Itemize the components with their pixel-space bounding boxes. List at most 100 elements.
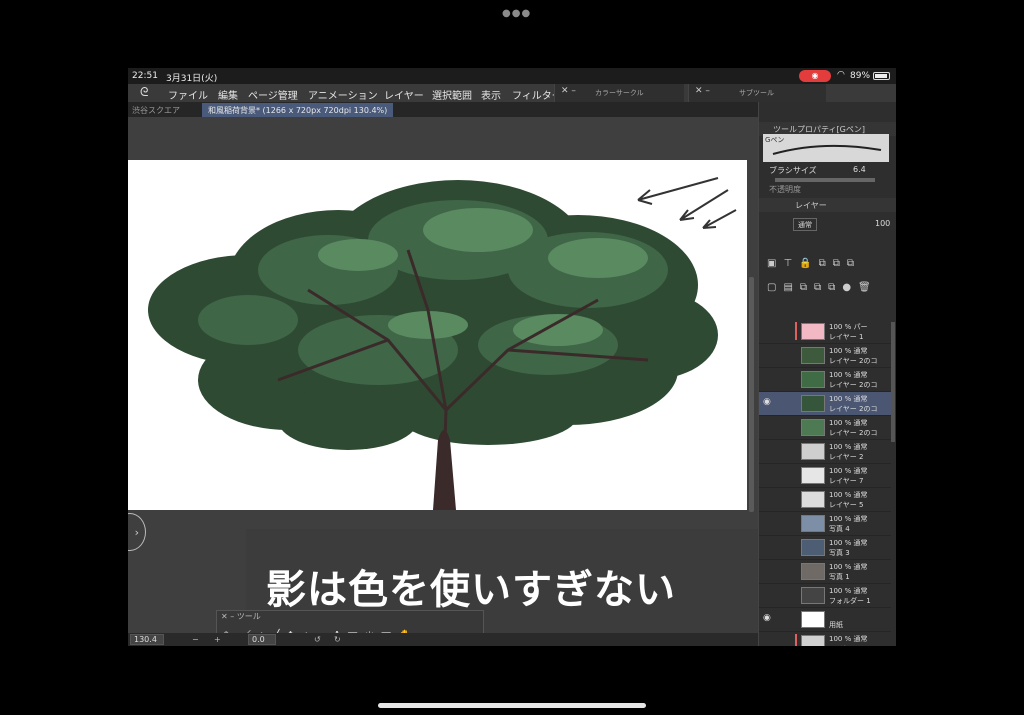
- menu-selection[interactable]: 選択範囲: [432, 87, 472, 102]
- battery-percent: 89%: [850, 71, 871, 81]
- layer-name: レイヤー 6: [829, 644, 863, 646]
- layer-tools-row-2[interactable]: ▢▤⧉⧉⧉●🗑: [767, 282, 878, 293]
- menu-page[interactable]: ページ管理: [248, 87, 298, 102]
- drawing-canvas[interactable]: [128, 160, 747, 510]
- battery-icon: [873, 72, 890, 80]
- layer-opacity-mode: 100 % 通常: [829, 635, 868, 643]
- layer-opacity-mode: 100 % 通常: [829, 491, 868, 499]
- layer-row[interactable]: 100 % 通常 写真 3: [759, 536, 891, 560]
- status-bar: 22:51 3月31日(火) ◉ ◠ 89%: [128, 68, 896, 84]
- layer-row[interactable]: 100 % 通常 写真 4: [759, 512, 891, 536]
- layer-row[interactable]: 100 % 通常レイヤー 2のコ: [759, 416, 891, 440]
- blend-mode-select[interactable]: 通常: [793, 218, 817, 231]
- layer-thumbnail: [801, 515, 825, 532]
- layer-list-scrollbar[interactable]: [891, 322, 895, 442]
- canvas-scrollbar[interactable]: [749, 277, 754, 512]
- layer-controls: 通常 100: [763, 216, 895, 234]
- layer-name: レイヤー 5: [829, 501, 864, 509]
- layer-color-mark: [795, 634, 797, 646]
- layer-row[interactable]: 100 % 通常 写真 1: [759, 560, 891, 584]
- document-tabs: 渋谷スクエア 和風稲荷背景* (1266 x 720px 720dpi 130.…: [128, 102, 758, 117]
- layer-thumbnail: [801, 467, 825, 484]
- layer-row[interactable]: 100 % 通常 フォルダー 1: [759, 584, 891, 608]
- layer-thumbnail: [801, 539, 825, 556]
- wifi-icon: ◠: [837, 70, 845, 80]
- tab-shibuya[interactable]: 渋谷スクエア: [132, 105, 180, 116]
- layer-name: レイヤー 2: [829, 453, 864, 461]
- layer-name: レイヤー 7: [829, 477, 864, 485]
- layer-thumbnail: [801, 491, 825, 508]
- canvas-status-bar: 130.4 − + 0.0 ↺ ↻: [128, 633, 758, 646]
- layer-row[interactable]: 100 % パー レイヤー 1: [759, 320, 891, 344]
- layer-opacity-mode: 100 % 通常: [829, 443, 868, 451]
- menu-layer[interactable]: レイヤー: [384, 87, 424, 102]
- layer-panel-title: レイヤー: [795, 201, 827, 210]
- visibility-eye-icon[interactable]: ◉: [763, 397, 771, 407]
- menu-animation[interactable]: アニメーション: [308, 87, 378, 102]
- status-date: 3月31日(火): [166, 74, 218, 84]
- app-logo-icon[interactable]: ᘓ: [140, 85, 148, 100]
- menu-edit[interactable]: 編集: [218, 87, 238, 102]
- close-icon[interactable]: ✕ –: [695, 86, 710, 96]
- menu-view[interactable]: 表示: [481, 87, 501, 102]
- screen: ●●● 22:51 3月31日(火) ◉ ◠ 89% ᘓ ファイル 編集 ページ…: [0, 0, 1024, 715]
- layer-opacity-mode: 100 % 通常: [829, 515, 868, 523]
- layer-opacity-mode: 100 % 通常: [829, 467, 868, 475]
- right-panel: ツールプロパティ[Gペン] Gペン ブラシサイズ 6.4 不透明度 レイヤー 通…: [758, 102, 896, 646]
- color-circle-panel[interactable]: ✕ – カラーサークル: [554, 84, 684, 102]
- visibility-eye-icon[interactable]: ◉: [763, 613, 771, 623]
- menu-file[interactable]: ファイル: [168, 87, 208, 102]
- layer-row[interactable]: 100 % 通常 レイヤー 2のコ: [759, 368, 891, 392]
- layer-row[interactable]: 100 % 通常 レイヤー 2: [759, 440, 891, 464]
- rotate-right-icon[interactable]: ↻: [334, 635, 341, 644]
- layer-opacity-mode: 100 % 通常: [829, 395, 868, 403]
- tab-active-document[interactable]: 和風稲荷背景* (1266 x 720px 720dpi 130.4%): [202, 103, 394, 117]
- layer-name: レイヤー 1: [829, 333, 864, 341]
- layer-row[interactable]: 100 % 通常 レイヤー 5: [759, 488, 891, 512]
- close-icon[interactable]: ✕ –: [561, 86, 576, 96]
- layer-opacity-mode: 100 % 通常: [829, 419, 868, 427]
- layer-thumbnail: [801, 611, 825, 628]
- layer-opacity-mode: 100 % 通常: [829, 563, 868, 571]
- layer-name: レイヤー 2のコ: [829, 429, 878, 437]
- layer-row[interactable]: 100 % 通常 レイヤー 7: [759, 464, 891, 488]
- sub-tool-panel[interactable]: ✕ – サブツール: [688, 84, 826, 102]
- layer-row[interactable]: ◉ 100 % 通常レイヤー 2のコ: [759, 392, 891, 416]
- multitasking-dots-icon[interactable]: ●●●: [502, 8, 531, 19]
- layer-name: レイヤー 2のコ: [829, 405, 878, 413]
- home-indicator[interactable]: [378, 703, 646, 708]
- rotate-left-icon[interactable]: ↺: [314, 635, 321, 644]
- zoom-field[interactable]: 130.4: [130, 634, 164, 645]
- layer-row[interactable]: ◉ 用紙: [759, 608, 891, 632]
- layer-name: レイヤー 2のコ: [829, 357, 878, 365]
- canvas-area[interactable]: › 影は色を使いすぎない ✕ – ツール ✎／◆╱✥◈✒A□✳▣✋⛀ +: [128, 117, 760, 646]
- layer-opacity-mode: 100 % 通常: [829, 371, 868, 379]
- layer-panel-header: レイヤー: [759, 198, 896, 212]
- brush-name: Gペン: [765, 136, 785, 144]
- layer-name: フォルダー 1: [829, 597, 871, 605]
- rotation-field[interactable]: 0.0: [248, 634, 276, 645]
- screen-recording-icon[interactable]: ◉: [799, 70, 831, 82]
- brush-size-value[interactable]: 6.4: [853, 165, 866, 174]
- brush-preview[interactable]: Gペン: [763, 134, 889, 162]
- layer-thumbnail: [801, 563, 825, 580]
- layer-opacity-mode: 100 % 通常: [829, 347, 868, 355]
- layer-name: 用紙: [829, 621, 843, 629]
- layer-thumbnail: [801, 347, 825, 364]
- layer-thumbnail: [801, 587, 825, 604]
- opacity-row[interactable]: 不透明度: [769, 184, 801, 195]
- layer-opacity[interactable]: 100: [875, 219, 890, 228]
- layer-thumbnail: [801, 635, 825, 646]
- layer-thumbnail: [801, 371, 825, 388]
- zoom-in-button[interactable]: +: [214, 635, 221, 644]
- brush-size-slider[interactable]: [775, 178, 875, 182]
- panel-toggle-chevron-icon[interactable]: ›: [128, 513, 146, 551]
- layer-color-mark: [795, 322, 797, 340]
- brush-size-row[interactable]: ブラシサイズ 6.4: [769, 165, 866, 176]
- layer-thumbnail: [801, 395, 825, 412]
- layer-row[interactable]: 100 % 通常レイヤー 6: [759, 632, 891, 646]
- tree-illustration: [148, 177, 737, 510]
- layer-row[interactable]: 100 % 通常レイヤー 2のコ: [759, 344, 891, 368]
- layer-tools-row-1[interactable]: ▣⊤🔒⧉⧉⧉: [767, 258, 861, 269]
- zoom-out-button[interactable]: −: [192, 635, 199, 644]
